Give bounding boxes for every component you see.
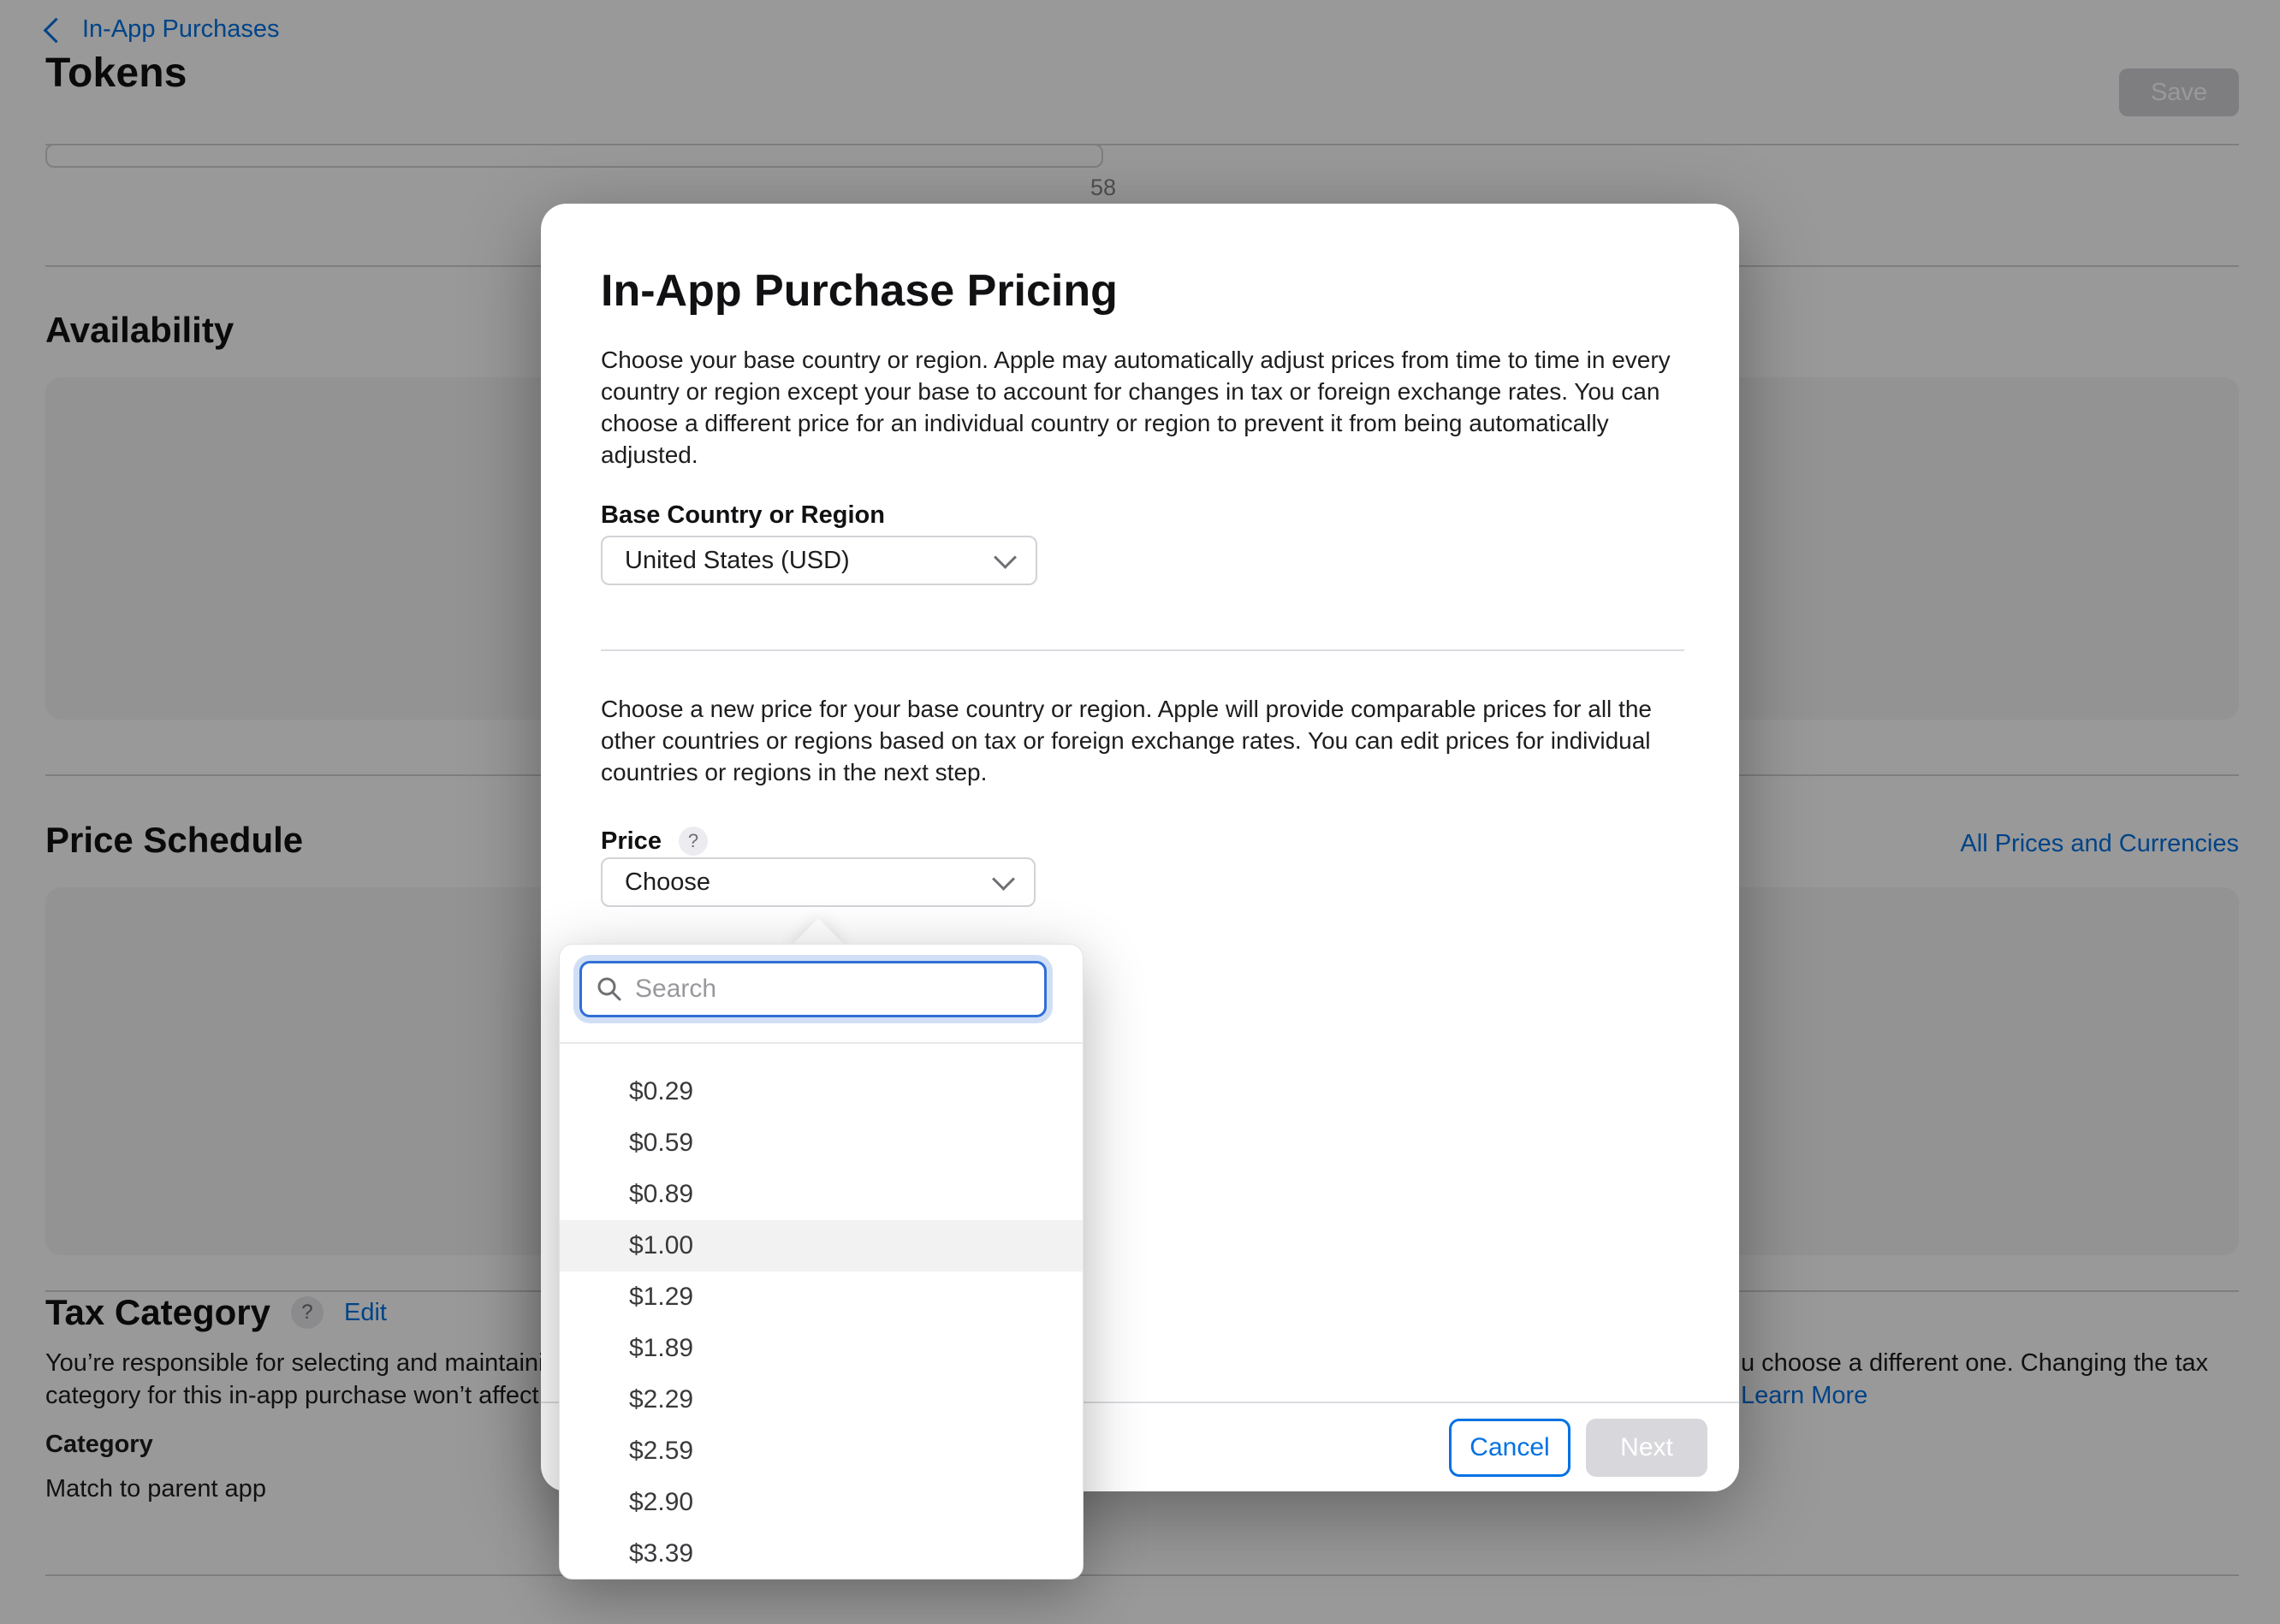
price-option[interactable]: $1.89: [560, 1323, 1083, 1374]
search-placeholder: Search: [635, 975, 716, 1004]
price-option[interactable]: $2.59: [560, 1425, 1083, 1477]
price-label-row: Price ?: [601, 827, 708, 856]
price-select[interactable]: Choose: [601, 857, 1036, 907]
next-button[interactable]: Next: [1586, 1419, 1707, 1477]
cancel-button[interactable]: Cancel: [1449, 1419, 1570, 1477]
price-option-selected[interactable]: $1.00: [560, 1220, 1083, 1271]
modal-divider: [601, 649, 1684, 651]
search-icon: [596, 975, 623, 1003]
base-country-select[interactable]: United States (USD): [601, 536, 1037, 585]
modal-intro-text: Choose your base country or region. Appl…: [601, 344, 1701, 471]
base-country-value: United States (USD): [625, 547, 850, 575]
price-help-icon[interactable]: ?: [679, 827, 708, 856]
price-options-list: $0.29 $0.59 $0.89 $1.00 $1.29 $1.89 $2.2…: [560, 1066, 1083, 1580]
price-label: Price: [601, 827, 662, 856]
price-intro-text: Choose a new price for your base country…: [601, 693, 1709, 788]
price-option[interactable]: $0.89: [560, 1169, 1083, 1220]
price-select-value: Choose: [625, 868, 710, 897]
popover-divider: [560, 1042, 1083, 1044]
chevron-down-icon: [992, 868, 1015, 891]
modal-title: In-App Purchase Pricing: [601, 265, 1118, 317]
price-option[interactable]: $3.39: [560, 1528, 1083, 1580]
price-option[interactable]: $0.59: [560, 1117, 1083, 1169]
price-search-field[interactable]: Search: [579, 961, 1047, 1017]
base-country-label: Base Country or Region: [601, 501, 885, 530]
price-option[interactable]: $2.29: [560, 1374, 1083, 1425]
chevron-down-icon: [994, 546, 1017, 569]
price-option[interactable]: $1.29: [560, 1271, 1083, 1323]
price-option[interactable]: $2.90: [560, 1477, 1083, 1528]
price-dropdown-popover: Search $0.29 $0.59 $0.89 $1.00 $1.29 $1.…: [559, 944, 1084, 1580]
price-option[interactable]: $0.29: [560, 1066, 1083, 1117]
